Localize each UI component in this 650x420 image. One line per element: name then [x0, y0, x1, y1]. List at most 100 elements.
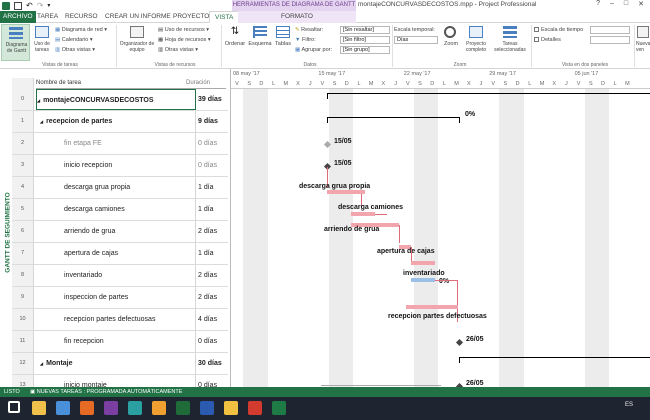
team-planner-button[interactable]: Organizador de equipo [118, 24, 156, 61]
row-id[interactable]: 4 [12, 177, 34, 198]
onenote-icon[interactable] [104, 401, 118, 415]
task-bar[interactable] [411, 261, 435, 265]
table-row[interactable]: 8 inventariado 2 días [12, 265, 228, 287]
duration-cell[interactable]: 2 días [198, 265, 228, 286]
details-select[interactable] [590, 36, 630, 44]
row-id[interactable]: 9 [12, 287, 34, 308]
tab-crear-informe[interactable]: CREAR UN INFORME [105, 11, 171, 23]
dependency-link[interactable] [399, 225, 400, 243]
calendar-button[interactable]: ▤ Calendario ▾ [55, 37, 93, 43]
tab-proyecto[interactable]: PROYECTO [173, 11, 209, 23]
close-icon[interactable]: ✕ [638, 0, 644, 8]
explorer-icon[interactable] [224, 401, 238, 415]
table-row[interactable]: 2 fin etapa FE 0 días [12, 133, 228, 155]
row-id[interactable]: 2 [12, 133, 34, 154]
timescale-select[interactable]: Días [394, 36, 438, 44]
tab-recurso[interactable]: RECURSO [65, 11, 98, 23]
table-row[interactable]: 10 recepcion partes defectuosas 4 días [12, 309, 228, 331]
task-name-cell[interactable]: inventariado [36, 265, 196, 286]
duration-cell[interactable]: 4 días [198, 309, 228, 330]
task-name-cell[interactable]: fin etapa FE [36, 133, 196, 154]
task-name-cell[interactable]: apertura de cajas [36, 243, 196, 264]
project-summary-bar[interactable] [327, 93, 650, 94]
row-id[interactable]: 0 [12, 89, 34, 110]
group-by-select[interactable]: [Sin grupo] [340, 46, 390, 54]
summary-bar[interactable] [459, 357, 650, 358]
row-id[interactable]: 5 [12, 199, 34, 220]
resource-sheet-button[interactable]: ▦ Hoja de recursos ▾ [158, 37, 211, 43]
summary-bar[interactable] [327, 117, 459, 118]
table-row[interactable]: 9 inspeccion de partes 2 días [12, 287, 228, 309]
row-id-header[interactable] [12, 78, 34, 89]
dependency-link[interactable] [435, 280, 457, 281]
acrobat-icon[interactable] [248, 401, 262, 415]
other-views2-button[interactable]: ▥ Otras vistas ▾ [158, 47, 198, 53]
new-window-button[interactable]: Nueva ven [636, 24, 650, 61]
summary-bar[interactable] [459, 117, 460, 123]
table-row[interactable]: 6 arriendo de grua 2 días [12, 221, 228, 243]
table-row[interactable]: 7 apertura de cajas 1 día [12, 243, 228, 265]
task-name-cell[interactable]: descarga grua propia [36, 177, 196, 198]
task-name-cell[interactable]: ◢ recepcion de partes [36, 111, 196, 132]
resource-usage-button[interactable]: ▤ Uso de recursos ▾ [158, 27, 209, 33]
minimize-icon[interactable]: – [610, 0, 614, 8]
other-views-button[interactable]: ▥ Otras vistas ▾ [55, 47, 95, 53]
row-id[interactable]: 11 [12, 331, 34, 352]
row-id[interactable]: 8 [12, 265, 34, 286]
chrome-icon[interactable] [56, 401, 70, 415]
duration-cell[interactable]: 1 día [198, 243, 228, 264]
timeline-rule[interactable] [321, 385, 441, 386]
task-bar[interactable] [406, 305, 458, 309]
word-icon[interactable] [200, 401, 214, 415]
duration-header[interactable]: Duración [186, 78, 226, 89]
task-name-cell[interactable]: descarga camiones [36, 199, 196, 220]
baseline-bar[interactable] [411, 278, 435, 282]
task-usage-button[interactable]: Uso de tareas [31, 24, 53, 61]
tables-button[interactable]: Tablas [273, 24, 293, 61]
duration-cell[interactable]: 0 días [198, 331, 228, 352]
duration-cell[interactable]: 1 día [198, 177, 228, 198]
tray-language[interactable]: ES [625, 402, 633, 408]
new-tasks-mode[interactable]: ▣ NUEVAS TAREAS : PROGRAMADA AUTOMÁTICAM… [30, 387, 182, 397]
save-icon[interactable] [14, 1, 22, 10]
project-summary-bar[interactable] [327, 93, 328, 99]
table-row[interactable]: 12 ◢ Montaje 30 días [12, 353, 228, 375]
gantt-chart[interactable]: V S D L M X J V S D L M X J V S D L M X J V S D L M X J V S D L M 08 may … [230, 69, 650, 387]
task-name-cell[interactable]: ◢ montajeCONCURVASDECOSTOS [36, 89, 196, 110]
maximize-icon[interactable]: □ [624, 0, 628, 8]
duration-cell[interactable]: 39 días [198, 89, 228, 110]
network-diagram-button[interactable]: ▦ Diagrama de red ▾ [55, 27, 107, 33]
help-icon[interactable]: ? [596, 0, 600, 8]
filter-select[interactable]: [Sin filtro] [340, 36, 390, 44]
table-row[interactable]: 5 descarga camiones 1 día [12, 199, 228, 221]
task-name-header[interactable]: Nombre de tarea [36, 78, 186, 89]
redo-icon[interactable]: ↷ [37, 1, 44, 10]
search-icon[interactable] [152, 401, 166, 415]
sort-button[interactable]: ⇅ Ordenar [223, 24, 247, 61]
milestone-marker[interactable] [455, 338, 464, 347]
duration-cell[interactable]: 0 días [198, 155, 228, 176]
zoom-button[interactable]: Zoom [441, 24, 461, 61]
outline-button[interactable]: Esquema [247, 24, 273, 61]
tab-tarea[interactable]: TAREA [37, 11, 58, 23]
windows-icon[interactable] [8, 401, 20, 413]
table-row[interactable]: 0 ◢ montajeCONCURVASDECOSTOS 39 días [12, 89, 228, 111]
project-icon[interactable] [176, 401, 190, 415]
summary-bar[interactable] [459, 357, 460, 363]
highlight-select[interactable]: [Sin resaltar] [340, 26, 390, 34]
tab-formato[interactable]: FORMATO [238, 11, 356, 23]
duration-cell[interactable]: 2 días [198, 287, 228, 308]
timeline-select[interactable] [590, 26, 630, 34]
firefox-icon[interactable] [80, 401, 94, 415]
table-row[interactable]: 11 fin recepcion 0 días [12, 331, 228, 353]
row-id[interactable]: 7 [12, 243, 34, 264]
task-name-cell[interactable]: recepcion partes defectuosas [36, 309, 196, 330]
row-id[interactable]: 12 [12, 353, 34, 374]
task-name-cell[interactable]: inicio recepcion [36, 155, 196, 176]
dependency-link[interactable] [375, 214, 387, 215]
task-bar[interactable] [327, 190, 365, 194]
collapse-icon[interactable]: ◢ [40, 361, 43, 366]
customize-qat-icon[interactable]: ▾ [47, 2, 50, 9]
row-id[interactable]: 1 [12, 111, 34, 132]
row-id[interactable]: 6 [12, 221, 34, 242]
